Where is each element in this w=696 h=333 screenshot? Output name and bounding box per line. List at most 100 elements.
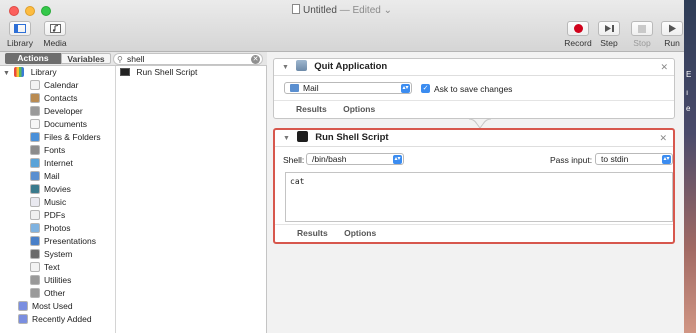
sidebar-item-presentations[interactable]: Presentations — [0, 235, 115, 248]
library-icon — [14, 67, 25, 77]
application-popup-value: Mail — [303, 83, 319, 93]
pdfs-icon — [30, 210, 40, 220]
step-button[interactable] — [598, 21, 620, 36]
sidebar-item-label: Music — [44, 197, 67, 207]
list-item[interactable]: Run Shell Script — [116, 66, 266, 79]
library-tabbar: Actions Variables ⚲ shell ✕ — [0, 52, 267, 66]
sidebar-item-recently-added[interactable]: Recently Added — [0, 313, 115, 326]
ask-to-save-checkbox[interactable]: ✓ — [421, 84, 430, 93]
play-icon — [668, 24, 676, 33]
presentations-icon — [30, 236, 40, 246]
clear-search-icon[interactable]: ✕ — [251, 55, 260, 64]
sidebar-item-label: Mail — [44, 171, 60, 181]
sidebar-item-contacts[interactable]: Contacts — [0, 92, 115, 105]
desktop-background: E ı e — [684, 0, 696, 333]
desktop-fragment: E — [686, 70, 692, 79]
media-button[interactable] — [44, 21, 66, 36]
library-list: ▼ Library Calendar Contacts Developer Docum… — [0, 66, 116, 333]
results-tab[interactable]: Results — [297, 228, 328, 238]
sidebar-item-music[interactable]: Music — [0, 196, 115, 209]
sidebar-item-label: Internet — [44, 158, 73, 168]
contacts-icon — [30, 93, 40, 103]
run-button-label: Run — [664, 38, 680, 48]
step-icon — [604, 25, 614, 32]
sidebar-item-documents[interactable]: Documents — [0, 118, 115, 131]
run-button[interactable] — [661, 21, 683, 36]
tab-actions[interactable]: Actions — [5, 53, 61, 64]
utilities-icon — [30, 275, 40, 285]
search-input[interactable]: ⚲ shell ✕ — [113, 53, 263, 65]
folder-icon — [18, 314, 28, 324]
action-header: ▼ Quit Application ✕ — [274, 59, 674, 76]
result-label: Run Shell Script — [136, 67, 198, 77]
script-editor[interactable]: cat — [285, 172, 673, 222]
terminal-icon — [120, 68, 130, 76]
action-title: Quit Application — [314, 61, 388, 72]
pass-input-popup-value: to stdin — [601, 154, 629, 164]
sidebar-item-label: System — [44, 249, 73, 259]
action-title: Run Shell Script — [315, 132, 389, 143]
sidebar-item-fonts[interactable]: Fonts — [0, 144, 115, 157]
disclosure-triangle-icon[interactable]: ▼ — [283, 135, 290, 142]
shell-popup-value: /bin/bash — [312, 154, 347, 164]
sidebar-item-most-used[interactable]: Most Used — [0, 300, 115, 313]
results-tab[interactable]: Results — [296, 104, 327, 114]
action-run-shell-script[interactable]: ▼ Run Shell Script ✕ Shell: /bin/bash ▴▾… — [273, 128, 675, 244]
photos-icon — [30, 223, 40, 233]
toolbar: Untitled — Edited ⌄ Library Media Record… — [0, 0, 684, 52]
disclosure-triangle-icon[interactable]: ▼ — [282, 64, 289, 71]
stop-button-label: Stop — [633, 38, 651, 48]
window-title-text: Untitled — [303, 5, 337, 16]
application-popup[interactable]: Mail ▴▾ — [284, 82, 412, 94]
ask-to-save-label: Ask to save changes — [434, 84, 513, 94]
shell-popup[interactable]: /bin/bash ▴▾ — [306, 153, 404, 165]
documents-icon — [30, 119, 40, 129]
pass-input-popup[interactable]: to stdin ▴▾ — [595, 153, 673, 165]
close-icon[interactable]: ✕ — [659, 130, 667, 146]
close-icon[interactable]: ✕ — [660, 59, 668, 75]
internet-icon — [30, 158, 40, 168]
stop-icon — [638, 24, 646, 33]
sidebar-item-label: Movies — [44, 184, 71, 194]
automator-window: Untitled — Edited ⌄ Library Media Record… — [0, 0, 684, 333]
sidebar-item-internet[interactable]: Internet — [0, 157, 115, 170]
sidebar-item-text[interactable]: Text — [0, 261, 115, 274]
chevron-down-icon[interactable]: ⌄ — [384, 5, 392, 16]
sidebar-item-label: Presentations — [44, 236, 96, 246]
sidebar-item-files-folders[interactable]: Files & Folders — [0, 131, 115, 144]
sidebar-item-label: Other — [44, 288, 66, 298]
library-root[interactable]: ▼ Library — [0, 66, 115, 79]
sidebar-item-utilities[interactable]: Utilities — [0, 274, 115, 287]
desktop-fragment: ı — [686, 88, 689, 97]
tab-variables[interactable]: Variables — [61, 53, 111, 64]
sidebar-item-mail[interactable]: Mail — [0, 170, 115, 183]
sidebar-item-photos[interactable]: Photos — [0, 222, 115, 235]
sidebar-item-label: Calendar — [44, 80, 79, 90]
chevron-updown-icon: ▴▾ — [662, 155, 671, 164]
mail-icon — [30, 171, 40, 181]
sidebar-item-calendar[interactable]: Calendar — [0, 79, 115, 92]
stop-button[interactable] — [631, 21, 653, 36]
workflow-area: ▼ Quit Application ✕ Mail ▴▾ ✓ Ask to sa… — [267, 52, 684, 333]
sidebar-item-developer[interactable]: Developer — [0, 105, 115, 118]
sidebar-item-other[interactable]: Other — [0, 287, 115, 300]
media-icon — [49, 24, 61, 33]
sidebar-item-movies[interactable]: Movies — [0, 183, 115, 196]
options-tab[interactable]: Options — [344, 228, 376, 238]
options-tab[interactable]: Options — [343, 104, 375, 114]
script-text: cat — [290, 177, 305, 186]
terminal-icon — [296, 131, 308, 142]
disclosure-triangle-icon[interactable]: ▼ — [3, 70, 10, 77]
action-footer: Results Options — [274, 100, 674, 118]
desktop-fragment: e — [686, 104, 691, 113]
shell-label: Shell: — [283, 155, 305, 165]
mail-icon — [290, 84, 299, 92]
library-button[interactable] — [9, 21, 31, 36]
sidebar-item-system[interactable]: System — [0, 248, 115, 261]
pass-input-label: Pass input: — [550, 155, 593, 165]
action-quit-application[interactable]: ▼ Quit Application ✕ Mail ▴▾ ✓ Ask to sa… — [273, 58, 675, 119]
sidebar-item-label: Most Used — [32, 301, 73, 311]
record-icon — [573, 24, 583, 33]
record-button[interactable] — [567, 21, 589, 36]
sidebar-item-pdfs[interactable]: PDFs — [0, 209, 115, 222]
